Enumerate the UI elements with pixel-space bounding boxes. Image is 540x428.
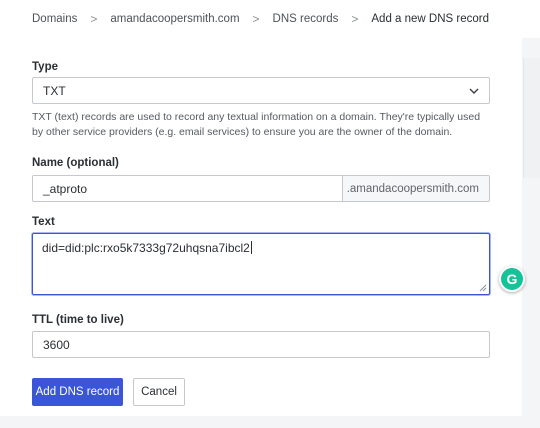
resize-handle-icon[interactable]: [479, 284, 487, 292]
cancel-button[interactable]: Cancel: [133, 378, 185, 406]
breadcrumb-separator: >: [252, 12, 260, 26]
breadcrumb-domains[interactable]: Domains: [32, 13, 77, 25]
breadcrumb-current: Add a new DNS record: [371, 13, 490, 25]
grammarly-icon[interactable]: G: [499, 266, 525, 292]
page: Domains > amandacoopersmith.com > DNS re…: [0, 0, 540, 428]
name-field-group: _atproto .amandacoopersmith.com: [32, 175, 490, 202]
ttl-input[interactable]: 3600: [32, 331, 490, 358]
side-panel-edge: [523, 58, 540, 178]
type-select-value: TXT: [43, 83, 66, 98]
name-label: Name (optional): [32, 157, 119, 169]
type-helper-text: TXT (text) records are used to record an…: [32, 111, 481, 138]
breadcrumb: Domains > amandacoopersmith.com > DNS re…: [0, 0, 540, 38]
add-dns-record-button[interactable]: Add DNS record: [32, 378, 123, 406]
name-input-value: _atproto: [43, 181, 88, 196]
breadcrumb-domain[interactable]: amandacoopersmith.com: [110, 13, 239, 25]
ttl-input-value: 3600: [43, 337, 70, 352]
breadcrumb-separator: >: [351, 12, 359, 26]
type-label: Type: [32, 61, 58, 73]
name-input[interactable]: _atproto: [32, 175, 343, 202]
breadcrumb-separator: >: [90, 12, 98, 26]
text-caret: [250, 241, 252, 254]
grammarly-letter: G: [506, 271, 518, 287]
text-textarea-value: did=did:plc:rxo5k7333g72uhqsna7ibcl2: [42, 241, 250, 255]
text-textarea[interactable]: did=did:plc:rxo5k7333g72uhqsna7ibcl2: [32, 233, 490, 295]
text-label: Text: [32, 216, 55, 228]
type-select[interactable]: TXT: [32, 77, 490, 104]
domain-suffix: .amandacoopersmith.com: [343, 175, 490, 202]
breadcrumb-dns-records[interactable]: DNS records: [273, 13, 339, 25]
chevron-down-icon: [469, 88, 479, 94]
ttl-label: TTL (time to live): [32, 314, 124, 326]
